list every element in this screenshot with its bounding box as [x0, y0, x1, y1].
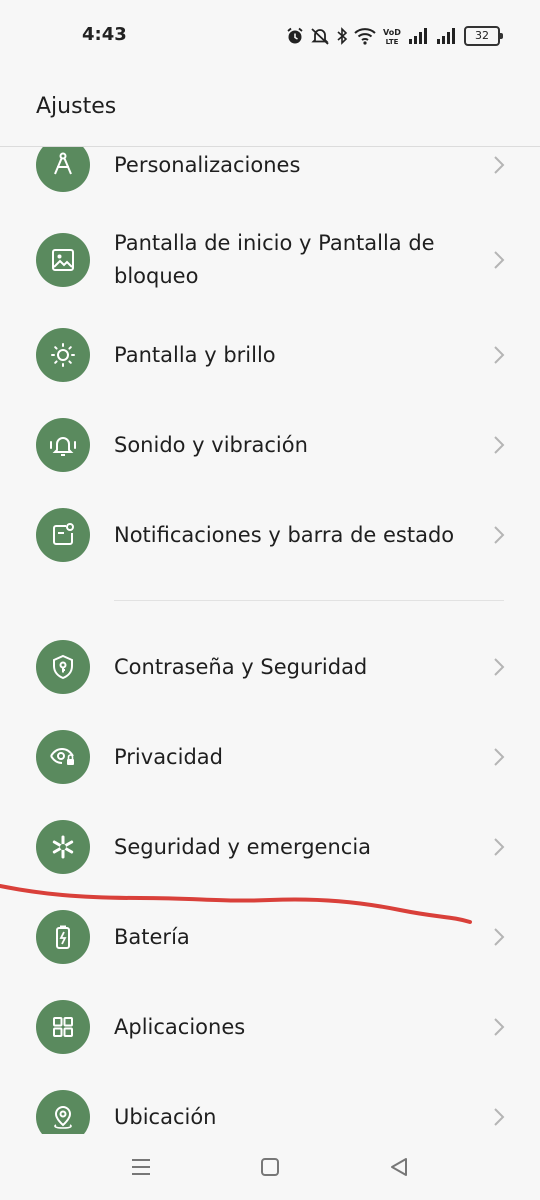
mute-icon [310, 27, 330, 45]
volte-icon: VoD LTE [382, 26, 402, 46]
signal-icon-2 [436, 27, 458, 45]
svg-text:LTE: LTE [386, 38, 399, 46]
settings-item-pantalla-inicio[interactable]: Pantalla de inicio y Pantalla de bloqueo [0, 210, 540, 310]
settings-item-label: Contraseña y Seguridad [114, 654, 368, 679]
chevron-right-icon [492, 836, 506, 858]
settings-item-sonido[interactable]: Sonido y vibración [0, 400, 540, 490]
battery-level: 32 [475, 29, 489, 42]
settings-item-aplicaciones[interactable]: Aplicaciones [0, 982, 540, 1072]
settings-item-notificaciones[interactable]: Notificaciones y barra de estado [0, 490, 540, 580]
image-icon [36, 233, 90, 287]
app-header: Ajustes [0, 72, 540, 147]
back-button[interactable] [386, 1154, 412, 1180]
chevron-right-icon [492, 434, 506, 456]
settings-item-label: Notificaciones y barra de estado [114, 522, 455, 547]
status-time: 4:43 [82, 24, 127, 45]
menu-icon [132, 1159, 150, 1175]
settings-item-label: Ubicación [114, 1104, 217, 1129]
chevron-right-icon [492, 926, 506, 948]
svg-text:VoD: VoD [383, 28, 401, 37]
chevron-right-icon [492, 154, 506, 176]
menu-button[interactable] [128, 1154, 154, 1180]
eye-lock-icon [36, 730, 90, 784]
navigation-bar [0, 1134, 540, 1200]
section-divider [0, 580, 540, 622]
bluetooth-icon [336, 27, 348, 45]
settings-item-label: Personalizaciones [114, 152, 301, 177]
settings-item-emergencia[interactable]: Seguridad y emergencia [0, 802, 540, 892]
settings-item-label: Batería [114, 924, 190, 949]
divider-line [114, 600, 504, 601]
compass-icon [36, 146, 90, 192]
settings-item-contrasena[interactable]: Contraseña y Seguridad [0, 622, 540, 712]
chevron-right-icon [492, 344, 506, 366]
home-button[interactable] [257, 1154, 283, 1180]
notification-icon [36, 508, 90, 562]
chevron-right-icon [492, 249, 506, 271]
settings-item-label: Seguridad y emergencia [114, 834, 372, 859]
shield-key-icon [36, 640, 90, 694]
page-title: Ajustes [36, 94, 117, 119]
sun-icon [36, 328, 90, 382]
battery-icon: 32 [464, 26, 503, 46]
settings-item-label: Privacidad [114, 744, 223, 769]
settings-item-pantalla-brillo[interactable]: Pantalla y brillo [0, 310, 540, 400]
settings-item-label: Pantalla y brillo [114, 342, 276, 367]
settings-item-ubicacion[interactable]: Ubicación [0, 1072, 540, 1134]
signal-icon [408, 27, 430, 45]
settings-item-label: Aplicaciones [114, 1014, 246, 1039]
settings-screen: 4:43 VoD LTE 32 Ajustes Personalizacione… [0, 0, 540, 1200]
settings-list-content: Personalizaciones Pantalla de inicio y P… [0, 146, 540, 1134]
bell-icon [36, 418, 90, 472]
back-triangle-icon [391, 1158, 407, 1176]
status-bar: 4:43 VoD LTE 32 [0, 0, 540, 72]
battery-icon [36, 910, 90, 964]
chevron-right-icon [492, 656, 506, 678]
settings-list[interactable]: Personalizaciones Pantalla de inicio y P… [0, 146, 540, 1134]
chevron-right-icon [492, 1106, 506, 1128]
asterisk-icon [36, 820, 90, 874]
settings-item-privacidad[interactable]: Privacidad [0, 712, 540, 802]
chevron-right-icon [492, 1016, 506, 1038]
settings-item-bateria[interactable]: Batería [0, 892, 540, 982]
settings-item-label: Pantalla de inicio y Pantalla de bloqueo [114, 231, 435, 288]
chevron-right-icon [492, 524, 506, 546]
chevron-right-icon [492, 746, 506, 768]
home-square-icon [261, 1158, 279, 1176]
grid-icon [36, 1000, 90, 1054]
wifi-icon [354, 27, 376, 45]
settings-item-personalizaciones[interactable]: Personalizaciones [0, 146, 540, 210]
settings-item-label: Sonido y vibración [114, 432, 308, 457]
status-icons: VoD LTE 32 [286, 24, 503, 48]
location-pin-icon [36, 1090, 90, 1134]
alarm-icon [286, 27, 304, 45]
